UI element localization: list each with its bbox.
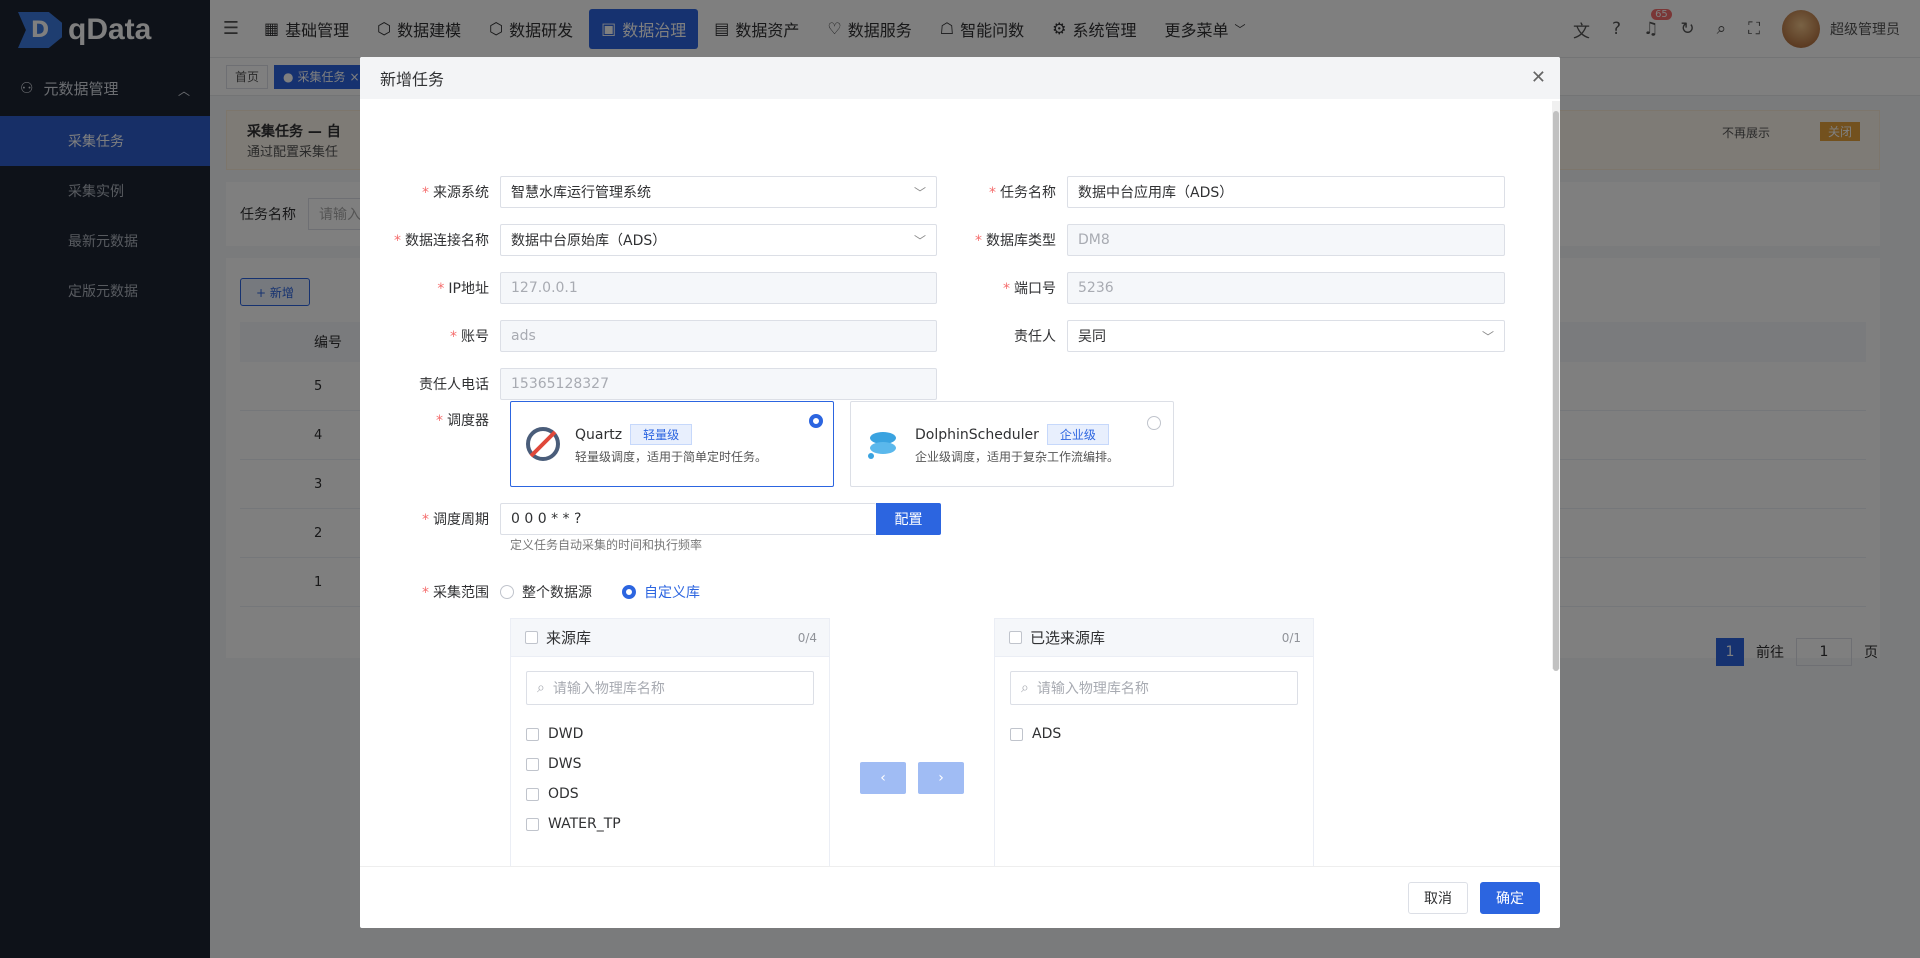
dialog-body: * 来源系统 智慧水库运行管理系统 ﹀ * 任务名称 数据中台应用库（ADS） * 数据… [360, 99, 1560, 866]
select-all-checkbox[interactable] [1009, 631, 1022, 644]
scheduler-radio[interactable] [1147, 416, 1161, 430]
field-label: * 任务名称 [989, 185, 1056, 201]
task-name-input[interactable]: 数据中台应用库（ADS） [1067, 176, 1505, 208]
field-label: * 账号 [450, 329, 489, 345]
chevron-down-icon: ﹀ [1481, 330, 1494, 344]
connection-select[interactable]: 数据中台原始库（ADS） ﹀ [500, 224, 937, 256]
source-system-select[interactable]: 智慧水库运行管理系统 ﹀ [500, 176, 937, 208]
scheduler-tag: 轻量级 [630, 424, 693, 445]
scheduler-name: DolphinScheduler [915, 426, 1039, 443]
field-label: * 数据连接名称 [394, 233, 489, 249]
cron-hint: 定义任务自动采集的时间和执行频率 [510, 538, 703, 552]
transfer-count: 0/4 [797, 630, 817, 645]
transfer-search-input[interactable]: ⌕ 请输入物理库名称 [526, 671, 814, 705]
list-item[interactable]: WATER_TP [511, 809, 829, 839]
field-label: 责任人电话 [419, 377, 489, 393]
cancel-button[interactable]: 取消 [1408, 881, 1468, 914]
close-icon[interactable]: ✕ [1531, 67, 1546, 88]
list-item[interactable]: DWD [511, 719, 829, 749]
radio [622, 585, 636, 599]
dolphin-icon [868, 432, 896, 459]
scheduler-tag: 企业级 [1046, 424, 1109, 445]
transfer-left-button[interactable]: ‹ [860, 762, 906, 794]
transfer-target-panel: 已选来源库 0/1 ⌕ 请输入物理库名称 ADS [994, 618, 1314, 866]
transfer-header: 已选来源库 0/1 [995, 619, 1313, 657]
field-label: * 采集范围 [422, 585, 489, 601]
radio [500, 585, 514, 599]
confirm-button[interactable]: 确定 [1480, 881, 1540, 914]
search-icon: ⌕ [1021, 680, 1029, 696]
ip-input: 127.0.0.1 [500, 272, 937, 304]
scope-radio-custom[interactable]: 自定义库 [622, 582, 700, 602]
dialog-footer: 取消 确定 [360, 866, 1560, 928]
new-task-dialog: 新增任务 ✕ * 来源系统 智慧水库运行管理系统 ﹀ * 任务名称 数据中台应用库（A… [360, 57, 1560, 928]
field-label: * 来源系统 [422, 185, 489, 201]
search-icon: ⌕ [537, 680, 545, 696]
transfer-search-input[interactable]: ⌕ 请输入物理库名称 [1010, 671, 1298, 705]
owner-select[interactable]: 吴同 ﹀ [1067, 320, 1505, 352]
scheduler-desc: 轻量级调度，适用于简单定时任务。 [575, 450, 768, 464]
transfer-source-panel: 来源库 0/4 ⌕ 请输入物理库名称 DWD DWS ODS WATER_TP [510, 618, 830, 866]
list-item[interactable]: ODS [511, 779, 829, 809]
quartz-icon [526, 427, 560, 461]
scheduler-card-dolphin[interactable]: DolphinScheduler 企业级 企业级调度，适用于复杂工作流编排。 [850, 401, 1174, 487]
db-type-input: DM8 [1067, 224, 1505, 256]
scheduler-radio[interactable] [809, 414, 823, 428]
port-input: 5236 [1067, 272, 1505, 304]
field-label: * IP地址 [437, 281, 489, 297]
chevron-down-icon: ﹀ [913, 186, 926, 200]
list-item[interactable]: DWS [511, 749, 829, 779]
field-label: * 数据库类型 [975, 233, 1056, 249]
transfer-right-button[interactable]: › [918, 762, 964, 794]
transfer-count: 0/1 [1281, 630, 1301, 645]
chevron-down-icon: ﹀ [913, 234, 926, 248]
field-label: * 端口号 [1003, 281, 1056, 297]
owner-phone-input: 15365128327 [500, 368, 937, 400]
select-all-checkbox[interactable] [525, 631, 538, 644]
cron-input[interactable]: 0 0 0 * * ? [500, 503, 876, 535]
account-input: ads [500, 320, 937, 352]
transfer-header: 来源库 0/4 [511, 619, 829, 657]
scope-radio-all[interactable]: 整个数据源 [500, 582, 592, 602]
cron-config-button[interactable]: 配置 [876, 503, 941, 535]
dialog-header: 新增任务 ✕ [360, 57, 1560, 99]
field-label: * 调度周期 [422, 512, 489, 528]
scheduler-desc: 企业级调度，适用于复杂工作流编排。 [915, 450, 1120, 464]
field-label: 责任人 [1014, 329, 1056, 345]
list-item[interactable]: ADS [995, 719, 1313, 749]
scheduler-name: Quartz [575, 426, 623, 443]
dialog-title: 新增任务 [380, 70, 445, 89]
scheduler-card-quartz[interactable]: Quartz 轻量级 轻量级调度，适用于简单定时任务。 [510, 401, 834, 487]
field-label: * 调度器 [436, 413, 489, 429]
